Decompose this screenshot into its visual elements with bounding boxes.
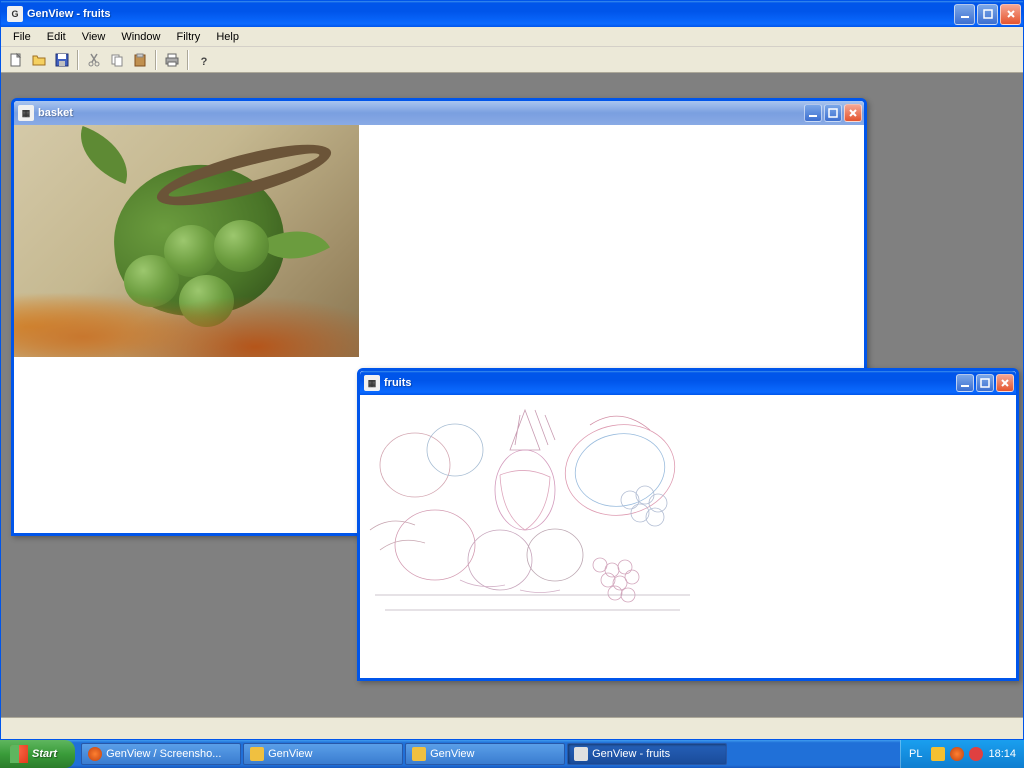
- taskbar-items: GenView / Screensho... GenView GenView G…: [75, 740, 900, 768]
- child-titlebar-fruits[interactable]: ▦ fruits: [360, 371, 1016, 395]
- taskbar-item[interactable]: GenView: [405, 743, 565, 765]
- child-titlebar-basket[interactable]: ▦ basket: [14, 101, 864, 125]
- minimize-button[interactable]: [954, 4, 975, 25]
- cut-icon[interactable]: [83, 49, 105, 71]
- language-indicator[interactable]: PL: [909, 748, 922, 760]
- svg-text:?: ?: [201, 56, 208, 68]
- save-file-icon[interactable]: [51, 49, 73, 71]
- child-minimize-button[interactable]: [956, 374, 974, 392]
- child-title-basket: basket: [38, 107, 804, 119]
- basket-image: [14, 125, 359, 357]
- folder-icon: [412, 747, 426, 761]
- start-button[interactable]: Start: [0, 740, 75, 768]
- app-icon: G: [7, 6, 23, 22]
- new-file-icon[interactable]: [5, 49, 27, 71]
- taskbar-item[interactable]: GenView: [243, 743, 403, 765]
- close-button[interactable]: [1000, 4, 1021, 25]
- firefox-tray-icon[interactable]: [950, 747, 964, 761]
- system-tray: PL 18:14: [900, 740, 1024, 768]
- app-title: GenView - fruits: [27, 8, 954, 20]
- app-icon: [574, 747, 588, 761]
- app-titlebar[interactable]: G GenView - fruits: [1, 1, 1023, 27]
- child-minimize-button[interactable]: [804, 104, 822, 122]
- menu-help[interactable]: Help: [208, 29, 247, 45]
- child-window-fruits[interactable]: ▦ fruits: [357, 368, 1019, 681]
- menu-view[interactable]: View: [74, 29, 114, 45]
- document-icon: ▦: [18, 105, 34, 121]
- shield-icon[interactable]: [931, 747, 945, 761]
- copy-icon[interactable]: [106, 49, 128, 71]
- child-close-button[interactable]: [996, 374, 1014, 392]
- start-label: Start: [32, 748, 57, 760]
- help-icon[interactable]: ?: [193, 49, 215, 71]
- taskbar-item-label: GenView / Screensho...: [106, 748, 221, 760]
- taskbar-item[interactable]: GenView / Screensho...: [81, 743, 241, 765]
- maximize-button[interactable]: [977, 4, 998, 25]
- taskbar: Start GenView / Screensho... GenView Gen…: [0, 740, 1024, 768]
- menu-window[interactable]: Window: [113, 29, 168, 45]
- security-icon[interactable]: [969, 747, 983, 761]
- child-close-button[interactable]: [844, 104, 862, 122]
- taskbar-item[interactable]: GenView - fruits: [567, 743, 727, 765]
- child-maximize-button[interactable]: [976, 374, 994, 392]
- print-icon[interactable]: [161, 49, 183, 71]
- clock[interactable]: 18:14: [988, 748, 1016, 760]
- statusbar: [1, 717, 1023, 739]
- app-window: G GenView - fruits File Edit View Window…: [0, 0, 1024, 740]
- toolbar-separator: [77, 50, 79, 70]
- fruits-filtered-image: [360, 395, 705, 627]
- menu-edit[interactable]: Edit: [39, 29, 74, 45]
- menu-filtry[interactable]: Filtry: [168, 29, 208, 45]
- menubar: File Edit View Window Filtry Help: [1, 27, 1023, 47]
- taskbar-item-label: GenView: [268, 748, 312, 760]
- taskbar-item-label: GenView - fruits: [592, 748, 670, 760]
- child-maximize-button[interactable]: [824, 104, 842, 122]
- child-content-fruits: [360, 395, 1016, 678]
- document-icon: ▦: [364, 375, 380, 391]
- folder-icon: [250, 747, 264, 761]
- child-title-fruits: fruits: [384, 377, 956, 389]
- mdi-client-area: ▦ basket: [1, 73, 1023, 717]
- toolbar: ?: [1, 47, 1023, 73]
- toolbar-separator: [155, 50, 157, 70]
- taskbar-item-label: GenView: [430, 748, 474, 760]
- open-file-icon[interactable]: [28, 49, 50, 71]
- toolbar-separator: [187, 50, 189, 70]
- firefox-icon: [88, 747, 102, 761]
- paste-icon[interactable]: [129, 49, 151, 71]
- menu-file[interactable]: File: [5, 29, 39, 45]
